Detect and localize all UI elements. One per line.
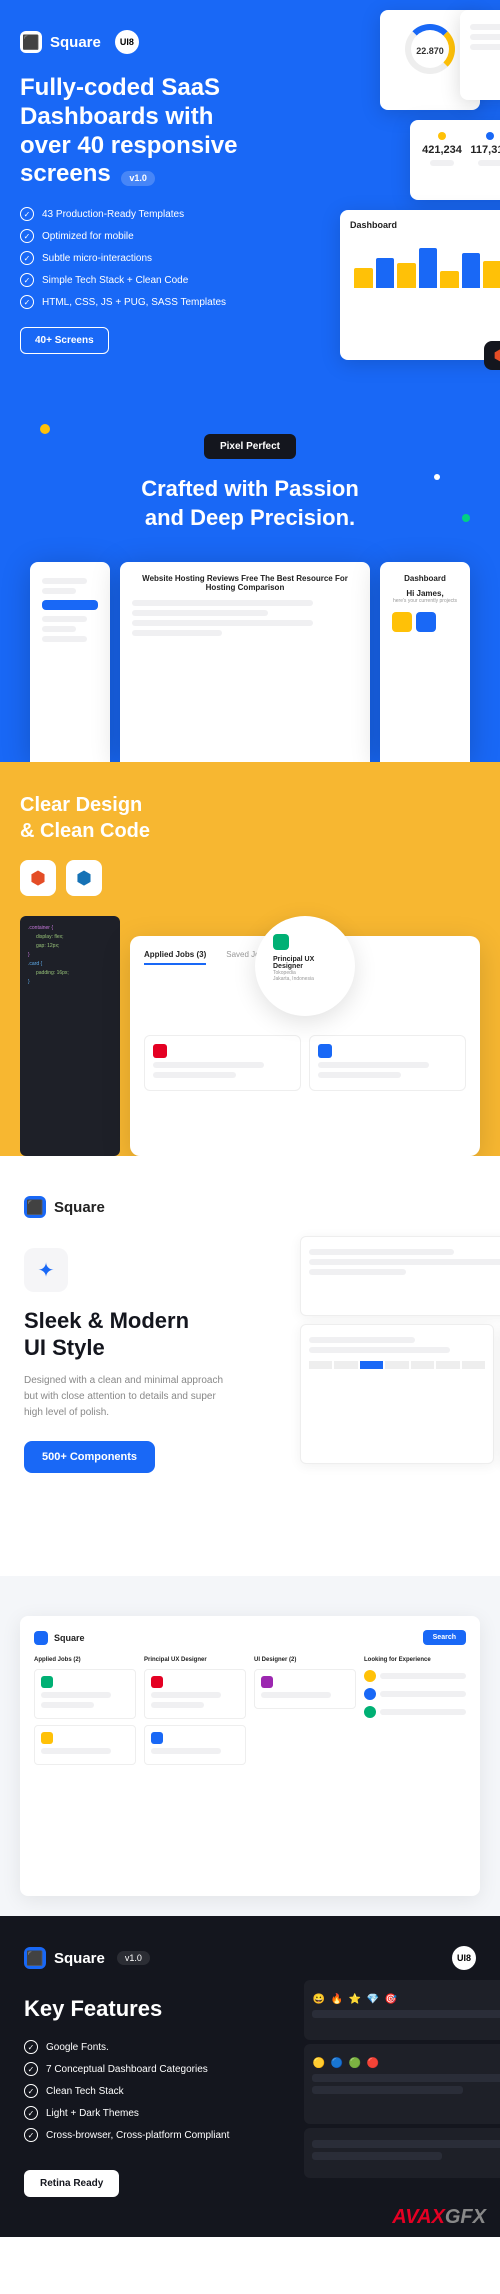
section4-description: Designed with a clean and minimal approa… (24, 1373, 224, 1421)
html5-icon: ⬢ (20, 860, 56, 896)
stats-card: 421,234 117,315 98,516 (410, 120, 500, 200)
check-icon: ✓ (20, 229, 34, 243)
sleek-section: ⬛ Square ✦ Sleek & Modern UI Style Desig… (0, 1156, 500, 1576)
studio-card (460, 10, 500, 100)
check-icon: ✓ (24, 2106, 38, 2120)
search-button[interactable]: Search (423, 1630, 466, 1645)
logo-icon: ⬛ (20, 31, 42, 53)
star-icon: ✦ (24, 1248, 68, 1292)
css3-icon: ⬢ (66, 860, 102, 896)
components-button[interactable]: 500+ Components (24, 1441, 155, 1473)
pixel-perfect-badge: Pixel Perfect (204, 434, 296, 459)
check-icon: ✓ (24, 2040, 38, 2054)
section2-title: Crafted with Passion and Deep Precision. (20, 475, 480, 532)
key-features-section: ⬛ Square v1.0 UI8 Key Features ✓Google F… (0, 1916, 500, 2237)
hero-title: Fully-coded SaaS Dashboards with over 40… (20, 74, 260, 189)
check-icon: ✓ (20, 273, 34, 287)
check-icon: ✓ (24, 2128, 38, 2142)
logo-icon: ⬛ (24, 1196, 46, 1218)
check-icon: ✓ (24, 2062, 38, 2076)
ui8-badge: UI8 (452, 1946, 476, 1970)
pixel-perfect-section: Pixel Perfect Crafted with Passion and D… (0, 394, 500, 762)
check-icon: ✓ (20, 251, 34, 265)
check-icon: ✓ (20, 207, 34, 221)
right-mock: Dashboard Hi James, here's your currentl… (380, 562, 470, 762)
brand-logo-footer: ⬛ Square v1.0 UI8 (24, 1946, 476, 1970)
section3-title: Clear Design & Clean Code (20, 792, 480, 844)
retina-button[interactable]: Retina Ready (24, 2170, 119, 2197)
logo-icon: ⬛ (24, 1947, 46, 1969)
version-badge: v1.0 (117, 1951, 150, 1965)
clean-code-section: Clear Design & Clean Code ⬢ ⬢ .container… (0, 762, 500, 1156)
dashboard-card: Dashboard ⬢⬢ 🧑🐭 (340, 210, 500, 360)
section4-mockups (300, 1236, 500, 1472)
content-mock: Website Hosting Reviews Free The Best Re… (120, 562, 370, 762)
screens-button[interactable]: 40+ Screens (20, 327, 109, 354)
brand-logo-dark: ⬛ Square (24, 1196, 476, 1218)
kanban-section: Square Search Applied Jobs (2) Principal… (0, 1576, 500, 1916)
mockup-row: Website Hosting Reviews Free The Best Re… (20, 562, 480, 762)
code-editor-mock: .container { display: flex; gap: 12px; }… (20, 916, 120, 1156)
hero-section: ⬛ Square UI8 Fully-coded SaaS Dashboards… (0, 0, 500, 394)
check-icon: ✓ (24, 2084, 38, 2098)
hero-mockups: 22.870 421,234 117,315 98,516 Dashboard … (240, 10, 500, 370)
check-icon: ✓ (20, 295, 34, 309)
version-badge: v1.0 (121, 171, 155, 186)
dark-mockups: 😀🔥⭐💎🎯 🟡🔵🟢🔴 (300, 1976, 500, 2182)
brand-name: Square (50, 34, 101, 51)
kanban-board: Square Search Applied Jobs (2) Principal… (20, 1616, 480, 1896)
jobs-mock: Applied Jobs (3) Saved Jobs Principal UX… (130, 936, 480, 1156)
ui8-badge: UI8 (115, 30, 139, 54)
sidebar-mock (30, 562, 110, 762)
watermark: AVAXGFX (392, 2206, 486, 2229)
tech-icons: ⬢ ⬢ (20, 860, 480, 896)
